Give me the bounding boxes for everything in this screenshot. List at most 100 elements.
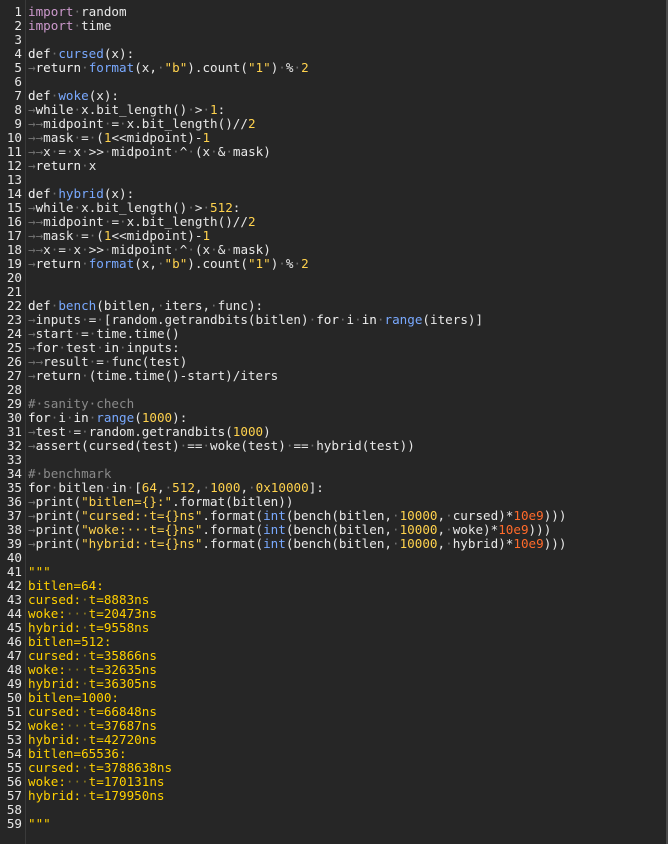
code-line[interactable]: 3	[0, 33, 666, 47]
code-line[interactable]: 17 →→mask·=·(1<<midpoint)-1	[0, 229, 666, 243]
code-line[interactable]: 38 →print("woke:···t={}ns".format(int(ben…	[0, 523, 666, 537]
code-line[interactable]: 49 hybrid:·t=36305ns	[0, 677, 666, 691]
code-line[interactable]: 24 →start·=·time.time()	[0, 327, 666, 341]
code-text[interactable]: """	[28, 817, 51, 831]
code-line[interactable]: 53 hybrid:·t=42720ns	[0, 733, 666, 747]
code-line[interactable]: 54 bitlen=65536:	[0, 747, 666, 761]
code-text[interactable]: →print("cursed:·t={}ns".format(int(bench…	[28, 509, 566, 523]
code-line[interactable]: 51 cursed:·t=66848ns	[0, 705, 666, 719]
code-line[interactable]: 46 bitlen=512:	[0, 635, 666, 649]
code-text[interactable]: import·random	[28, 5, 127, 19]
code-text[interactable]: →return·format(x,·"b").count("1")·%·2	[28, 61, 309, 75]
code-line[interactable]: 22 def·bench(bitlen,·iters,·func):	[0, 299, 666, 313]
code-text[interactable]: def·bench(bitlen,·iters,·func):	[28, 299, 263, 313]
code-text[interactable]: bitlen=512:	[28, 635, 111, 649]
code-text[interactable]: →assert(cursed(test)·==·woke(test)·==·hy…	[28, 439, 415, 453]
code-line[interactable]: 21	[0, 285, 666, 299]
code-text[interactable]: #·sanity·chech	[28, 397, 134, 411]
code-line[interactable]: 9 →→midpoint·=·x.bit_length()//2	[0, 117, 666, 131]
code-text[interactable]: →→mask·=·(1<<midpoint)-1	[28, 131, 210, 145]
code-text[interactable]: def·woke(x):	[28, 89, 119, 103]
code-line[interactable]: 37 →print("cursed:·t={}ns".format(int(ben…	[0, 509, 666, 523]
code-line[interactable]: 7 def·woke(x):	[0, 89, 666, 103]
code-line[interactable]: 13	[0, 173, 666, 187]
code-line[interactable]: 11 →→x·=·x·>>·midpoint·^·(x·&·mask)	[0, 145, 666, 159]
code-line[interactable]: 6	[0, 75, 666, 89]
code-text[interactable]: #·benchmark	[28, 467, 111, 481]
code-line[interactable]: 50 bitlen=1000:	[0, 691, 666, 705]
code-text[interactable]: →while·x.bit_length()·>·512:	[28, 201, 240, 215]
code-line[interactable]: 4 def·cursed(x):	[0, 47, 666, 61]
code-text[interactable]: →start·=·time.time()	[28, 327, 180, 341]
code-text[interactable]: """	[28, 565, 51, 579]
code-line[interactable]: 20	[0, 271, 666, 285]
code-text[interactable]: →test·=·random.getrandbits(1000)	[28, 425, 271, 439]
code-text[interactable]: hybrid:·t=9558ns	[28, 621, 149, 635]
code-text[interactable]: woke:···t=32635ns	[28, 663, 157, 677]
code-text[interactable]: cursed:·t=66848ns	[28, 705, 157, 719]
code-line[interactable]: 14 def·hybrid(x):	[0, 187, 666, 201]
code-line[interactable]: 18 →→x·=·x·>>·midpoint·^·(x·&·mask)	[0, 243, 666, 257]
code-text[interactable]: hybrid:·t=42720ns	[28, 733, 157, 747]
code-text[interactable]: →print("bitlen={}:".format(bitlen))	[28, 495, 293, 509]
code-line[interactable]: 19 →return·format(x,·"b").count("1")·%·2	[0, 257, 666, 271]
code-text[interactable]: bitlen=64:	[28, 579, 104, 593]
code-line[interactable]: 29 #·sanity·chech	[0, 397, 666, 411]
code-line[interactable]: 25 →for·test·in·inputs:	[0, 341, 666, 355]
code-line[interactable]: 26 →→result·=·func(test)	[0, 355, 666, 369]
code-line[interactable]: 10 →→mask·=·(1<<midpoint)-1	[0, 131, 666, 145]
code-line[interactable]: 35 for·bitlen·in·[64,·512,·1000,·0x10000]…	[0, 481, 666, 495]
code-line[interactable]: 45 hybrid:·t=9558ns	[0, 621, 666, 635]
code-line[interactable]: 5 →return·format(x,·"b").count("1")·%·2	[0, 61, 666, 75]
code-line[interactable]: 32 →assert(cursed(test)·==·woke(test)·==·…	[0, 439, 666, 453]
code-line[interactable]: 8 →while·x.bit_length()·>·1:	[0, 103, 666, 117]
code-line[interactable]: 47 cursed:·t=35866ns	[0, 649, 666, 663]
code-text[interactable]: →return·x	[28, 159, 96, 173]
code-line[interactable]: 39 →print("hybrid:·t={}ns".format(int(ben…	[0, 537, 666, 551]
code-text[interactable]: for·bitlen·in·[64,·512,·1000,·0x10000]:	[28, 481, 324, 495]
code-text[interactable]: hybrid:·t=36305ns	[28, 677, 157, 691]
code-text[interactable]: bitlen=1000:	[28, 691, 119, 705]
code-text[interactable]: →print("hybrid:·t={}ns".format(int(bench…	[28, 537, 566, 551]
code-text[interactable]: →→midpoint·=·x.bit_length()//2	[28, 215, 256, 229]
code-text[interactable]: →print("woke:···t={}ns".format(int(bench…	[28, 523, 551, 537]
code-text[interactable]: for·i·in·range(1000):	[28, 411, 187, 425]
code-line[interactable]: 28	[0, 383, 666, 397]
code-text[interactable]: →→midpoint·=·x.bit_length()//2	[28, 117, 256, 131]
code-text[interactable]: import·time	[28, 19, 111, 33]
code-line[interactable]: 57 hybrid:·t=179950ns	[0, 789, 666, 803]
code-line[interactable]: 58	[0, 803, 666, 817]
code-editor[interactable]: 1 import·random 2 import·time 3 4 def·cursed(x…	[0, 0, 668, 844]
code-text[interactable]: →return·(time.time()-start)/iters	[28, 369, 278, 383]
code-line[interactable]: 40	[0, 551, 666, 565]
code-line[interactable]: 27 →return·(time.time()-start)/iters	[0, 369, 666, 383]
code-line[interactable]: 41 """	[0, 565, 666, 579]
code-text[interactable]: →for·test·in·inputs:	[28, 341, 180, 355]
code-line[interactable]: 36 →print("bitlen={}:".format(bitlen))	[0, 495, 666, 509]
code-text[interactable]: →while·x.bit_length()·>·1:	[28, 103, 225, 117]
code-line[interactable]: 16 →→midpoint·=·x.bit_length()//2	[0, 215, 666, 229]
code-line[interactable]: 42 bitlen=64:	[0, 579, 666, 593]
code-text[interactable]: →→x·=·x·>>·midpoint·^·(x·&·mask)	[28, 243, 271, 257]
code-text[interactable]: cursed:·t=8883ns	[28, 593, 149, 607]
code-line[interactable]: 23 →inputs·=·[random.getrandbits(bitlen)·…	[0, 313, 666, 327]
code-line[interactable]: 12 →return·x	[0, 159, 666, 173]
code-text[interactable]: woke:···t=170131ns	[28, 775, 165, 789]
code-line[interactable]: 48 woke:···t=32635ns	[0, 663, 666, 677]
code-text[interactable]: →inputs·=·[random.getrandbits(bitlen)·fo…	[28, 313, 483, 327]
code-line[interactable]: 59 """	[0, 817, 666, 831]
code-line[interactable]: 56 woke:···t=170131ns	[0, 775, 666, 789]
code-line[interactable]: 30 for·i·in·range(1000):	[0, 411, 666, 425]
code-text[interactable]: →return·format(x,·"b").count("1")·%·2	[28, 257, 309, 271]
code-line[interactable]: 1 import·random	[0, 5, 666, 19]
code-line[interactable]: 52 woke:···t=37687ns	[0, 719, 666, 733]
code-text[interactable]: cursed:·t=35866ns	[28, 649, 157, 663]
code-text[interactable]: hybrid:·t=179950ns	[28, 789, 165, 803]
code-line[interactable]: 34 #·benchmark	[0, 467, 666, 481]
code-text[interactable]: cursed:·t=3788638ns	[28, 761, 172, 775]
code-line[interactable]: 43 cursed:·t=8883ns	[0, 593, 666, 607]
code-text[interactable]: bitlen=65536:	[28, 747, 127, 761]
code-line[interactable]: 2 import·time	[0, 19, 666, 33]
code-text[interactable]: →→mask·=·(1<<midpoint)-1	[28, 229, 210, 243]
code-text[interactable]: def·hybrid(x):	[28, 187, 134, 201]
